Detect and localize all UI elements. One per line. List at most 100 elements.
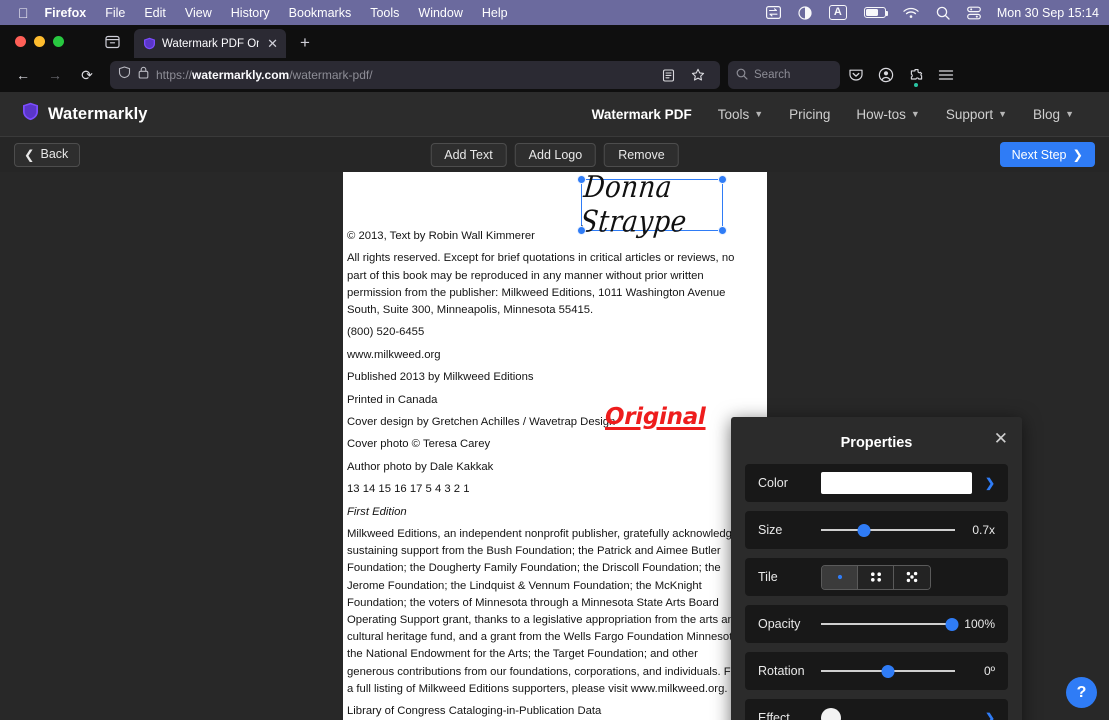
- reader-view-icon[interactable]: [654, 61, 682, 89]
- nav-item-how-tos[interactable]: How-tos ▼: [843, 107, 932, 122]
- grid-tile-icon[interactable]: [858, 565, 894, 589]
- extensions-icon[interactable]: [902, 61, 930, 89]
- color-label: Color: [758, 476, 788, 490]
- address-bar[interactable]: https://watermarkly.com/watermark-pdf/: [110, 61, 720, 89]
- single-tile-icon[interactable]: [822, 565, 858, 589]
- chevron-down-icon[interactable]: ❯: [985, 476, 995, 490]
- app-menu-icon[interactable]: [932, 61, 960, 89]
- opacity-slider[interactable]: [821, 615, 959, 633]
- site-header: Watermarkly Watermark PDF Tools ▼ Pricing…: [0, 92, 1109, 137]
- reload-icon[interactable]: ⟳: [72, 61, 102, 89]
- input-source-icon[interactable]: A: [828, 5, 847, 20]
- help-button[interactable]: ?: [1066, 677, 1097, 708]
- pdf-page[interactable]: © 2013, Text by Robin Wall Kimmerer All …: [343, 172, 767, 720]
- doc-line: Library of Congress Cataloging-in-Public…: [347, 705, 602, 718]
- close-icon[interactable]: ✕: [265, 37, 280, 50]
- battery-icon[interactable]: [863, 7, 889, 18]
- browser-chrome: Watermark PDF Online| Free PDF ✕ + ← → ⟳…: [0, 25, 1109, 92]
- diamond-tile-icon[interactable]: [894, 565, 930, 589]
- menu-item-history[interactable]: History: [231, 6, 270, 20]
- menu-item-bookmarks[interactable]: Bookmarks: [289, 6, 352, 20]
- nav-item-pricing[interactable]: Pricing: [776, 107, 843, 122]
- menu-item-firefox[interactable]: Firefox: [45, 6, 87, 20]
- apple-icon[interactable]: : [18, 6, 29, 20]
- display-contrast-icon[interactable]: [798, 5, 812, 20]
- macos-menu-bar:  Firefox File Edit View History Bookmar…: [0, 0, 1109, 25]
- tracking-shield-icon[interactable]: [118, 66, 131, 84]
- menu-item-window[interactable]: Window: [418, 6, 462, 20]
- control-center-icon[interactable]: [966, 6, 981, 20]
- pocket-icon[interactable]: [842, 61, 870, 89]
- size-slider[interactable]: [821, 521, 955, 539]
- search-icon: [736, 68, 748, 83]
- address-bar-actions: [654, 61, 712, 89]
- resize-handle-top-right[interactable]: [718, 175, 727, 184]
- size-row: Size 0.7x: [745, 511, 1008, 549]
- browser-tab[interactable]: Watermark PDF Online| Free PDF ✕: [134, 29, 286, 58]
- next-step-label: Next Step: [1011, 147, 1067, 162]
- tile-label: Tile: [758, 570, 778, 584]
- rotation-slider[interactable]: [821, 662, 955, 680]
- new-tab-button[interactable]: +: [300, 33, 310, 53]
- menu-item-tools[interactable]: Tools: [370, 6, 399, 20]
- screen-mirroring-icon[interactable]: [765, 6, 781, 19]
- resize-handle-top-left[interactable]: [577, 175, 586, 184]
- original-watermark[interactable]: Original: [605, 404, 706, 430]
- forward-navigation-icon[interactable]: →: [40, 61, 70, 89]
- tile-options: [821, 564, 931, 590]
- tile-row: Tile: [745, 558, 1008, 596]
- nav-item-support[interactable]: Support ▼: [933, 107, 1020, 122]
- back-navigation-icon[interactable]: ←: [8, 61, 38, 89]
- slider-knob[interactable]: [945, 617, 959, 631]
- menubar-clock[interactable]: Mon 30 Sep 15:14: [997, 6, 1099, 20]
- lock-icon[interactable]: [138, 66, 149, 84]
- url-path: /watermark-pdf/: [289, 68, 373, 82]
- minimize-window-button[interactable]: [34, 36, 45, 47]
- resize-handle-bottom-left[interactable]: [577, 226, 586, 235]
- url-text[interactable]: https://watermarkly.com/watermark-pdf/: [156, 68, 373, 82]
- add-logo-button[interactable]: Add Logo: [514, 142, 597, 167]
- url-domain: watermarkly.com: [192, 68, 290, 82]
- brand-logo[interactable]: Watermarkly: [22, 102, 148, 126]
- slider-track: [821, 623, 955, 625]
- next-step-button[interactable]: Next Step ❯: [999, 142, 1095, 167]
- chevron-down-icon: ▼: [1065, 109, 1074, 119]
- add-text-button[interactable]: Add Text: [430, 142, 507, 167]
- url-scheme: https://: [156, 68, 193, 82]
- color-swatch[interactable]: [821, 472, 972, 494]
- brand-name: Watermarkly: [48, 104, 148, 123]
- slider-knob[interactable]: [881, 664, 895, 678]
- maximize-window-button[interactable]: [53, 36, 64, 47]
- back-button-label: Back: [40, 147, 69, 161]
- nav-item-blog[interactable]: Blog ▼: [1020, 107, 1087, 122]
- back-button[interactable]: ❮ Back: [14, 142, 81, 167]
- properties-title: Properties: [840, 435, 913, 451]
- wifi-icon[interactable]: [903, 7, 919, 19]
- menu-item-view[interactable]: View: [185, 6, 212, 20]
- properties-header: Properties ✕: [745, 428, 1008, 458]
- close-window-button[interactable]: [15, 36, 26, 47]
- menu-item-file[interactable]: File: [105, 6, 125, 20]
- list-all-tabs-icon[interactable]: [98, 25, 126, 58]
- menu-item-edit[interactable]: Edit: [144, 6, 166, 20]
- remove-button[interactable]: Remove: [604, 142, 679, 167]
- shield-icon: [143, 37, 156, 50]
- spotlight-search-icon[interactable]: [936, 6, 950, 20]
- search-box[interactable]: Search: [728, 61, 840, 89]
- nav-item-tools[interactable]: Tools ▼: [705, 107, 776, 122]
- account-icon[interactable]: [872, 61, 900, 89]
- resize-handle-bottom-right[interactable]: [718, 226, 727, 235]
- close-icon[interactable]: ✕: [994, 430, 1008, 447]
- nav-label: Tools: [717, 106, 750, 122]
- menu-item-help[interactable]: Help: [482, 6, 508, 20]
- nav-item-watermark-pdf[interactable]: Watermark PDF: [579, 107, 705, 122]
- editor-canvas[interactable]: © 2013, Text by Robin Wall Kimmerer All …: [0, 172, 1109, 720]
- signature-watermark[interactable]: Donna Straype: [577, 172, 727, 240]
- search-input[interactable]: Search: [754, 69, 790, 81]
- bookmark-star-icon[interactable]: [684, 61, 712, 89]
- rotation-row: Rotation 0º: [745, 652, 1008, 690]
- effect-swatch[interactable]: [821, 708, 841, 720]
- chevron-down-icon[interactable]: ❯: [985, 711, 995, 720]
- slider-knob[interactable]: [857, 523, 871, 537]
- slider-track: [821, 529, 955, 531]
